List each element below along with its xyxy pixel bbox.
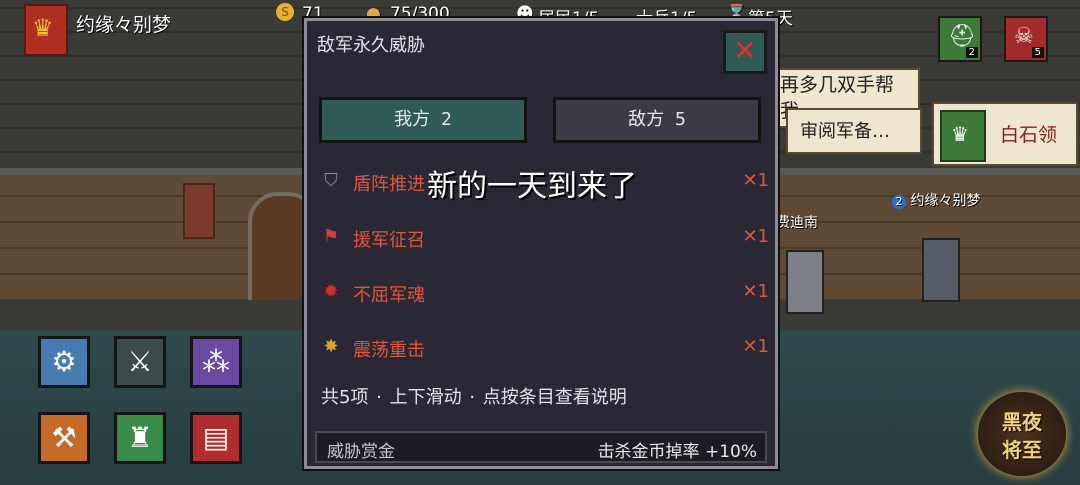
knight-count: 2 [965, 47, 978, 58]
battle-button[interactable]: ⚔ [114, 336, 166, 388]
tab-enemy-side[interactable]: 敌方 5 [553, 97, 761, 143]
new-day-toast: 新的一天到来了 [427, 169, 637, 204]
tower-icon: ♜ [127, 421, 153, 454]
nightfall-line2: 将至 [1002, 438, 1042, 462]
player-emblem[interactable]: ♛ [24, 4, 68, 56]
tower-button[interactable]: ♜ [114, 412, 166, 464]
list-hint: 共5项 · 上下滑动 · 点按条目查看说明 [321, 387, 627, 408]
cards-button[interactable]: ▤ [190, 412, 242, 464]
coin-icon: S [276, 3, 294, 21]
threat-item[interactable]: ✸ 震荡重击 ✕1 [317, 331, 769, 365]
skull-count: 5 [1031, 47, 1044, 58]
dialog-title: 敌军永久威胁 [317, 35, 425, 56]
threat-item-name: 震荡重击 [353, 340, 425, 361]
nightfall-button[interactable]: 黑夜 将至 [978, 392, 1066, 476]
helmet-icon: ⛑ [948, 24, 976, 49]
skull-icon: ☠ [1014, 24, 1034, 49]
player-nametag-text: 约缘々别梦 [910, 193, 981, 209]
nodes-icon: ⁂ [202, 345, 230, 378]
nightfall-line1: 黑夜 [1002, 410, 1042, 434]
gear-icon: ⚙ [51, 345, 77, 378]
shield-icon: ⛉ [324, 170, 338, 191]
faction-crest-icon: ♛ [940, 110, 986, 162]
close-button[interactable]: ✕ [723, 30, 767, 74]
close-icon: ✕ [733, 34, 757, 67]
bounty-value: 击杀金币掉率 +10% [597, 442, 757, 462]
faction-badge[interactable]: ♛ 白石领 [932, 102, 1078, 166]
forge-button[interactable]: ⚒ [38, 412, 90, 464]
threat-item[interactable]: ⚑ 援军征召 ✕1 [317, 221, 769, 255]
bounty-label: 威胁赏金 [327, 442, 395, 462]
review-armament-button[interactable]: 审阅军备… [786, 108, 922, 154]
anvil-icon: ⚒ [51, 421, 77, 454]
threat-item-name: 不屈军魂 [353, 285, 425, 306]
threat-item-count: ✕1 [742, 170, 769, 191]
tab-our-side[interactable]: 我方 2 [319, 97, 527, 143]
wall-banner [183, 183, 215, 239]
banner-icon: ⚑ [322, 226, 340, 247]
threat-dialog: 敌军永久威胁 ✕ 我方 2 敌方 5 ⛉ 盾阵推进 ✕1 ⚑ 援军征召 ✕1 ✹… [304, 18, 778, 469]
threat-item-count: ✕1 [742, 281, 769, 302]
settings-button[interactable]: ⚙ [38, 336, 90, 388]
npc-nametag-text: 费迪南 [776, 215, 818, 231]
bomb-icon: ✸ [323, 336, 339, 357]
threat-item-count: ✕1 [742, 226, 769, 247]
threat-item-count: ✕1 [742, 336, 769, 357]
lion-icon: ♛ [32, 14, 54, 42]
player-level-badge: 2 [892, 195, 906, 209]
threat-item-name: 盾阵推进 [353, 174, 425, 195]
threat-item[interactable]: ✹ 不屈军魂 ✕1 [317, 276, 769, 310]
npc-nametag: 费迪南 [776, 212, 818, 232]
crossed-swords-icon: ⚔ [127, 345, 153, 378]
player-name: 约缘々别梦 [76, 14, 172, 36]
cards-icon: ▤ [202, 421, 230, 454]
player-knight[interactable] [922, 238, 960, 302]
speech-text: 再多几双手帮 [780, 74, 895, 96]
faction-name: 白石领 [1000, 124, 1058, 146]
threat-item-name: 援军征召 [353, 230, 425, 251]
npc-soldier[interactable] [786, 250, 824, 314]
player-nametag: 2 约缘々别梦 [892, 190, 980, 210]
skull-button[interactable]: ☠ 5 [1004, 16, 1048, 62]
threat-bounty-bar: 威胁赏金 击杀金币掉率 +10% [315, 431, 767, 463]
flame-icon: ✹ [323, 281, 339, 302]
skill-tree-button[interactable]: ⁂ [190, 336, 242, 388]
knight-helmet-button[interactable]: ⛑ 2 [938, 16, 982, 62]
